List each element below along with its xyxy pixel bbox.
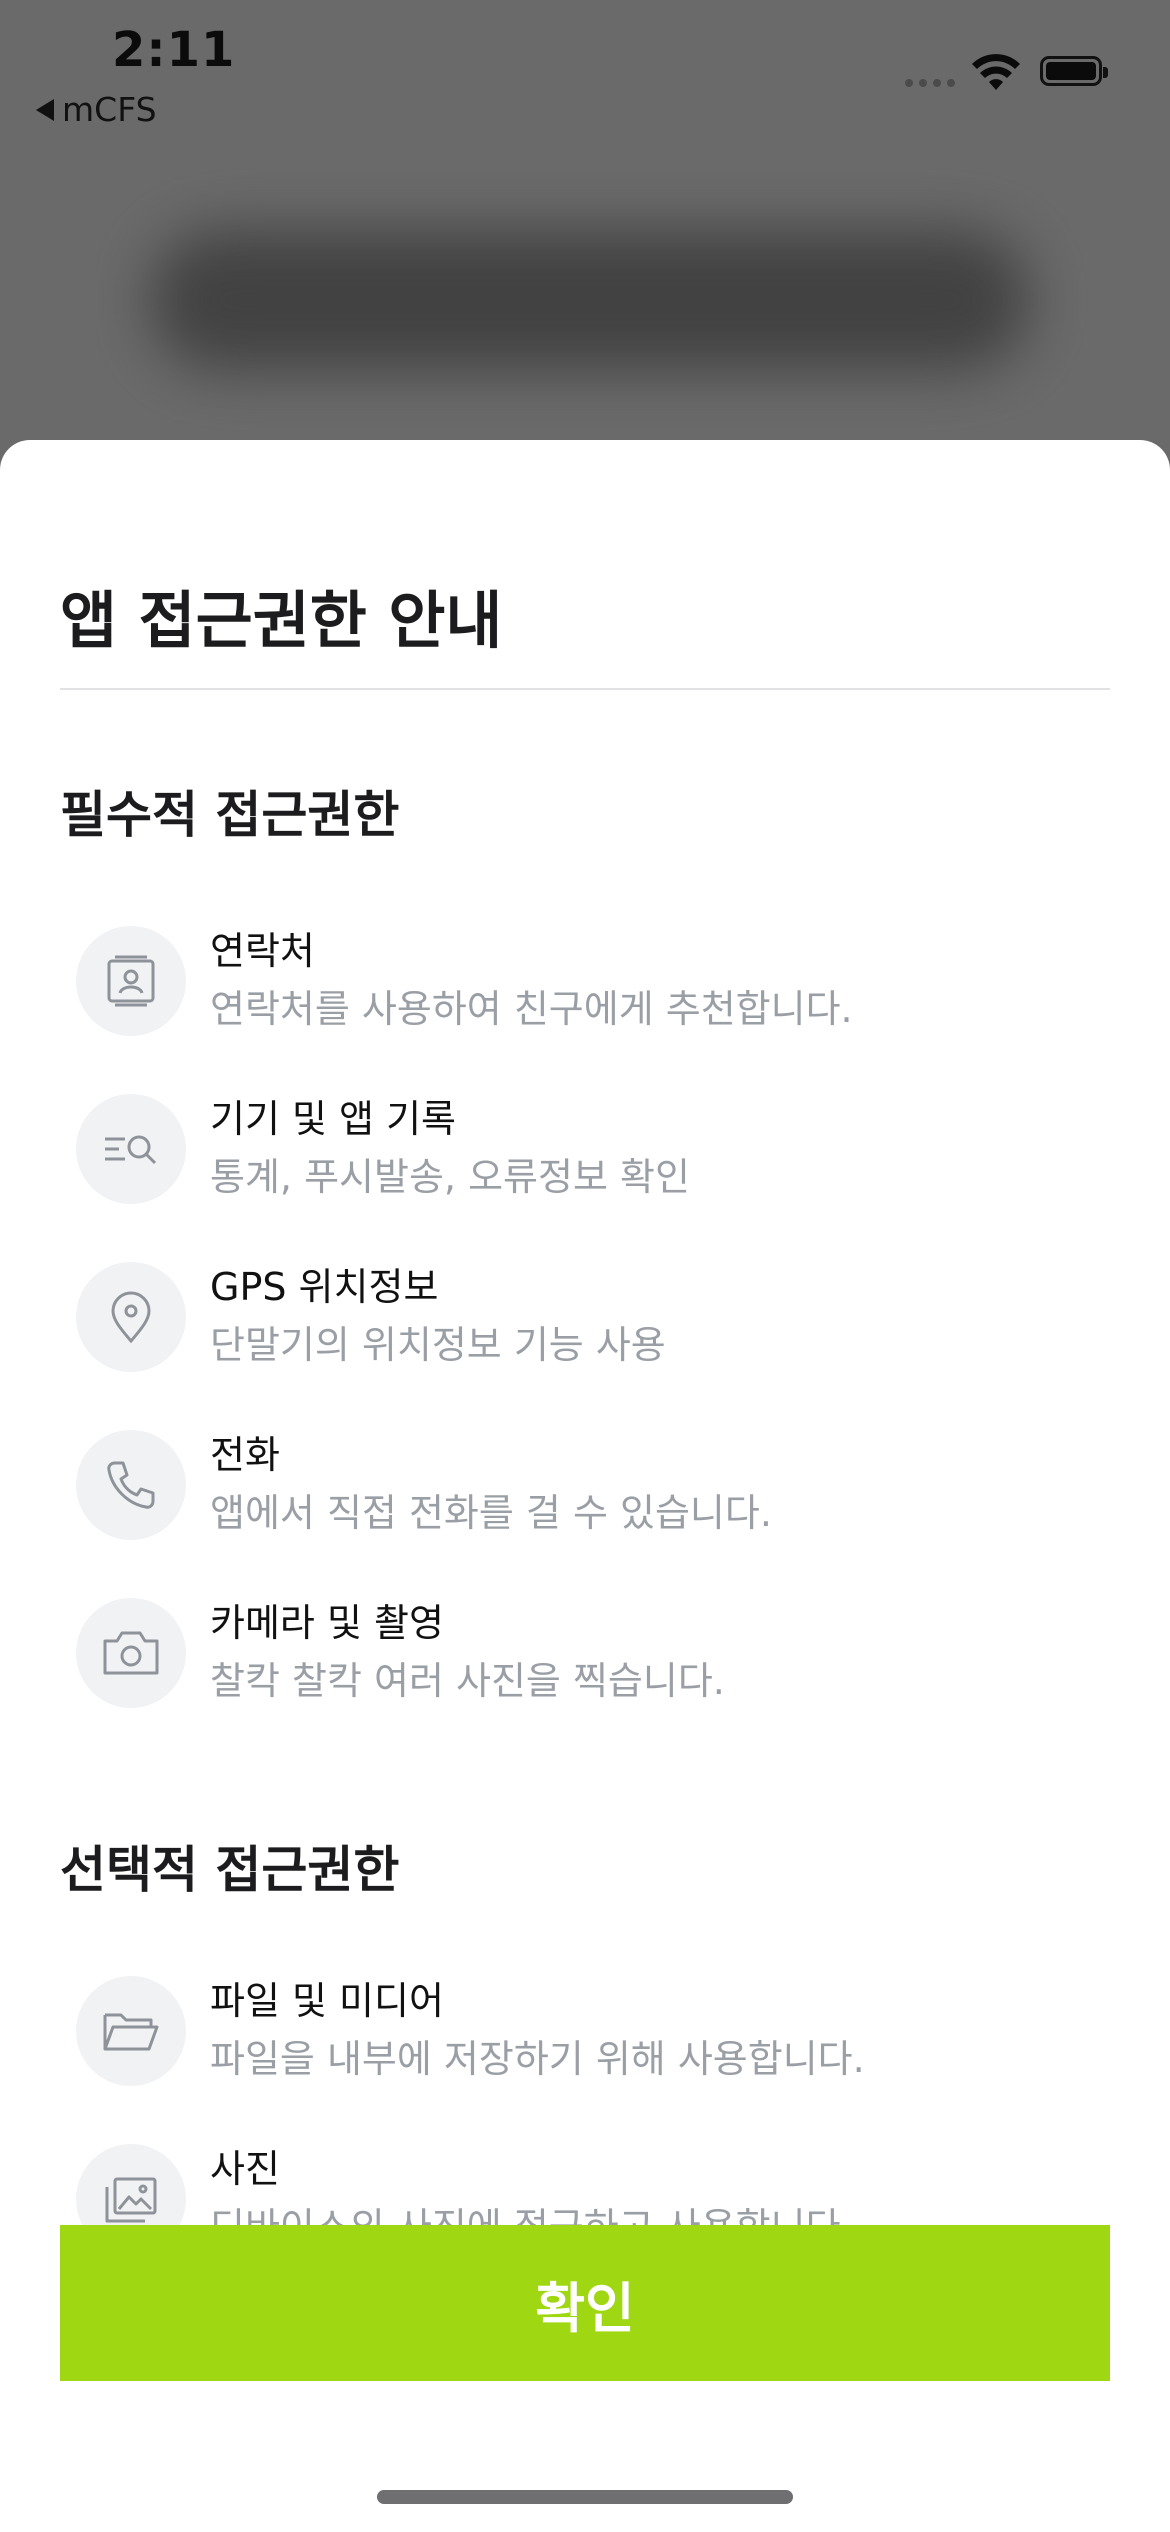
contact-card-icon [76,926,186,1036]
permission-item-device-log: 기기 및 앱 기록 통계, 푸시발송, 오류정보 확인 [76,1088,1116,1208]
folder-icon [76,1976,186,2086]
camera-icon [76,1598,186,1708]
back-app-label: mCFS [62,90,157,129]
wifi-icon [972,54,1020,90]
permission-label: 파일 및 미디어 [210,1979,444,2023]
permission-item-photos: 사진 디바이스의 사진에 접근하고 사용합니다. [76,2138,1116,2225]
back-arrow-icon [36,98,54,121]
blurred-content [150,230,1030,370]
required-section-title: 필수적 접근권한 [60,786,400,844]
permission-label: 기기 및 앱 기록 [210,1097,456,1141]
status-time: 2:11 [112,22,236,78]
back-to-app-link[interactable]: mCFS [36,90,157,129]
permission-label: 연락처 [210,929,315,973]
phone-icon [76,1430,186,1540]
title-divider [60,688,1110,690]
search-list-icon [76,1094,186,1204]
permission-item-phone: 전화 앱에서 직접 전화를 걸 수 있습니다. [76,1424,1116,1544]
permission-desc: 파일을 내부에 저장하기 위해 사용합니다. [210,2037,865,2081]
permission-label: GPS 위치정보 [210,1265,439,1309]
permission-desc: 앱에서 직접 전화를 걸 수 있습니다. [210,1491,772,1535]
permission-label: 카메라 및 촬영 [210,1601,444,1645]
permission-sheet: 앱 접근권한 안내 필수적 접근권한 연락처 연락처를 사용하여 친구에게 추천… [0,440,1170,2532]
confirm-button[interactable]: 확인 [60,2225,1110,2381]
sheet-title: 앱 접근권한 안내 [60,584,503,657]
permission-item-files: 파일 및 미디어 파일을 내부에 저장하기 위해 사용합니다. [76,1970,1116,2090]
permission-label: 전화 [210,1433,280,1477]
permission-item-gps: GPS 위치정보 단말기의 위치정보 기능 사용 [76,1256,1116,1376]
permission-desc: 단말기의 위치정보 기능 사용 [210,1323,666,1367]
location-pin-icon [76,1262,186,1372]
permission-desc: 연락처를 사용하여 친구에게 추천합니다. [210,987,853,1031]
home-indicator[interactable] [377,2490,793,2504]
permission-label: 사진 [210,2147,280,2191]
optional-section-title: 선택적 접근권한 [60,1841,400,1899]
cellular-signal-icon [905,79,955,87]
permission-desc: 통계, 푸시발송, 오류정보 확인 [210,1155,690,1199]
permission-desc: 찰칵 찰칵 여러 사진을 찍습니다. [210,1659,725,1703]
permission-item-camera: 카메라 및 촬영 찰칵 찰칵 여러 사진을 찍습니다. [76,1592,1116,1712]
permission-desc: 디바이스의 사진에 접근하고 사용합니다. [210,2196,853,2225]
photo-icon [76,2144,186,2225]
permission-item-contacts: 연락처 연락처를 사용하여 친구에게 추천합니다. [76,920,1116,1040]
battery-icon [1040,56,1108,86]
